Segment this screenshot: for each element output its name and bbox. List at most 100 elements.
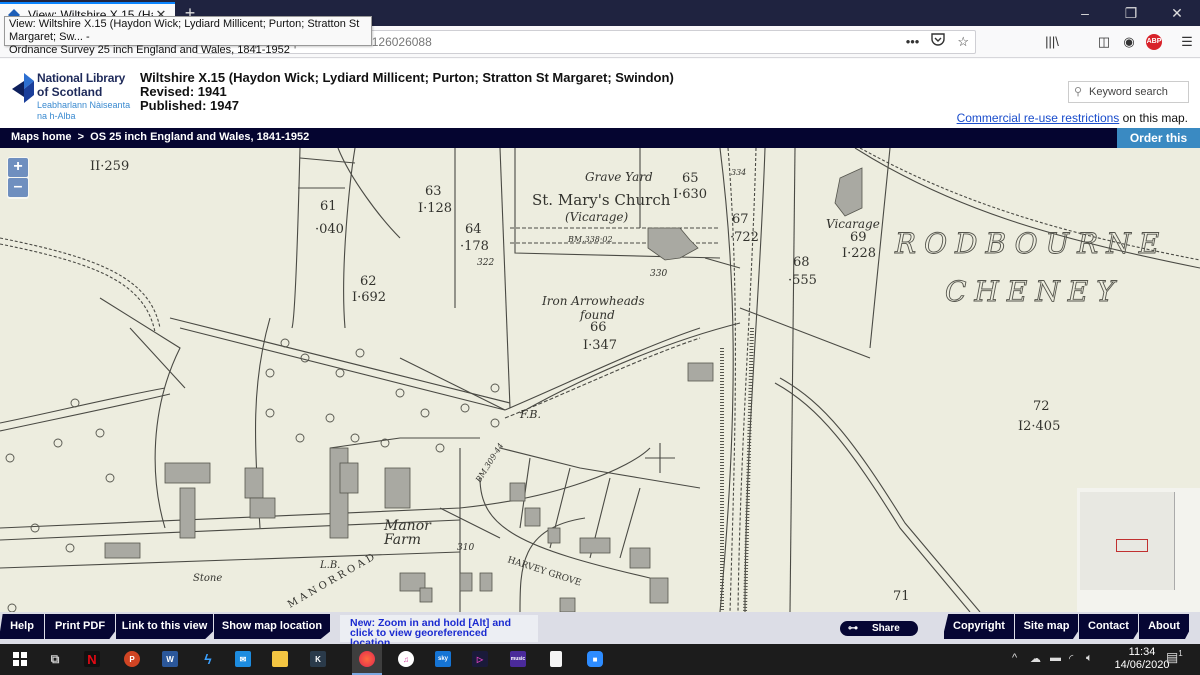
close-window-button[interactable]: ✕	[1154, 0, 1200, 26]
clock-date: 14/06/2020	[1114, 659, 1170, 671]
task-view-icon[interactable]: ⧉	[45, 648, 65, 670]
search-icon: ⚲	[1074, 86, 1083, 98]
contact-button[interactable]: Contact	[1079, 614, 1138, 639]
map-label-stone: Stone	[193, 573, 222, 584]
keyword-search-input[interactable]: ⚲ Keyword search	[1068, 81, 1189, 103]
bookmark-star-icon[interactable]: ☆	[957, 31, 969, 53]
restore-button[interactable]: ❐	[1108, 0, 1154, 26]
sky-go-icon[interactable]: sky	[433, 648, 453, 670]
word-icon[interactable]: W	[160, 648, 180, 670]
map-label-rodbourne: RODBOURNE	[894, 227, 1167, 260]
map-label-65: 65	[682, 171, 699, 186]
breadcrumb[interactable]: Maps home > OS 25 inch England and Wales…	[11, 131, 309, 143]
map-sheet-title: Wiltshire X.15 (Haydon Wick; Lydiard Mil…	[140, 70, 674, 85]
map-revised: Revised: 1941	[140, 84, 227, 99]
app-play-icon[interactable]: ▷	[470, 648, 490, 670]
zoom-out-button[interactable]: –	[8, 178, 28, 197]
itunes-icon[interactable]: ♫	[396, 648, 416, 670]
commercial-reuse-link[interactable]: Commercial re-use restrictions	[957, 111, 1120, 125]
map-label-63: 63	[425, 184, 442, 199]
share-icon: ⊶	[848, 623, 858, 634]
tray-overflow-icon[interactable]: ^	[1012, 652, 1017, 664]
minimize-button[interactable]: –	[1062, 0, 1108, 26]
wifi-icon[interactable]: ◜	[1069, 652, 1073, 665]
zoom-app-icon[interactable]: ■	[585, 648, 605, 670]
map-label-61: 61	[320, 199, 337, 214]
site-map-button[interactable]: Site map	[1015, 614, 1078, 639]
volume-icon[interactable]: 🔈︎	[1086, 652, 1093, 665]
order-this-map-button[interactable]: Order this map	[1117, 128, 1200, 165]
map-title: Wiltshire X.15 (Haydon Wick; Lydiard Mil…	[140, 71, 674, 113]
map-label-lb: L.B.	[319, 560, 340, 571]
map-label-64: 64	[465, 222, 482, 237]
account-icon[interactable]: ◉	[1117, 30, 1141, 54]
system-clock[interactable]: 11:34 14/06/2020	[1112, 646, 1172, 672]
map-label-61-area: ·040	[315, 222, 344, 237]
breadcrumb-bar: Maps home > OS 25 inch England and Wales…	[0, 128, 1200, 148]
notification-count: 1	[1178, 649, 1183, 658]
map-label-64-area: ·178	[460, 239, 489, 254]
mail-icon[interactable]: ✉	[233, 648, 253, 670]
onedrive-icon[interactable]: ☁	[1030, 652, 1041, 665]
map-published: Published: 1947	[140, 98, 239, 113]
show-map-location-button[interactable]: Show map location	[214, 614, 330, 639]
overview-map[interactable]	[1077, 488, 1200, 612]
map-label-height-322: 322	[477, 258, 494, 268]
map-label-67: 67	[732, 212, 749, 227]
amazon-music-icon[interactable]: music	[508, 648, 528, 670]
map-viewer[interactable]: II·259 61 ·040 62 I·692 63 I·128 64 ·178…	[0, 148, 1200, 612]
map-label-cheney: CHENEY	[945, 275, 1123, 308]
print-pdf-button[interactable]: Print PDF	[45, 614, 115, 639]
map-label-62: 62	[360, 274, 377, 289]
map-label-65-area: I·630	[673, 187, 707, 202]
sidebar-icon[interactable]: ◫	[1092, 30, 1116, 54]
netflix-icon[interactable]: N	[82, 648, 102, 670]
map-label-farm: Farm	[383, 532, 421, 548]
app-s-icon[interactable]: ϟ	[198, 648, 218, 670]
map-label-69: 69	[850, 230, 867, 245]
share-button[interactable]: ⊶ Share	[840, 621, 918, 636]
logo-line-4: na h-Alba	[37, 111, 76, 121]
tab-tooltip: View: Wiltshire X.15 (Haydon Wick; Lydia…	[4, 16, 372, 56]
map-label-ii259: II·259	[90, 159, 129, 174]
menu-icon[interactable]: ☰	[1175, 30, 1199, 54]
clock-time: 11:34	[1128, 646, 1156, 658]
map-label-vicarage: Vicarage	[826, 217, 880, 231]
file-explorer-icon[interactable]	[270, 648, 290, 670]
notifications-icon[interactable]: ▤1	[1166, 649, 1183, 665]
tooltip-line-2: Ordnance Survey 25 inch England and Wale…	[9, 44, 290, 56]
map-label-height-330: 330	[650, 269, 667, 279]
overview-viewport-box[interactable]	[1116, 539, 1148, 552]
map-label-harvey-grove: HARVEY GROVE	[506, 555, 582, 588]
zoom-control: + –	[7, 157, 29, 199]
copyright-button[interactable]: Copyright	[944, 614, 1014, 639]
georeference-tip: New: Zoom in and hold [Alt] and click to…	[340, 615, 538, 648]
map-label-66: 66	[590, 320, 607, 335]
tooltip-line-1: View: Wiltshire X.15 (Haydon Wick; Lydia…	[9, 18, 360, 43]
firefox-icon[interactable]	[357, 648, 377, 670]
nls-logo[interactable]: National Library of Scotland Leabharlann…	[12, 69, 130, 124]
map-label-iron-arrowheads: Iron Arrowheads	[541, 294, 645, 308]
map-label-71: 71	[893, 589, 910, 604]
adblock-plus-icon[interactable]: ABP	[1142, 30, 1166, 54]
map-label-fb: F.B.	[519, 408, 541, 421]
windows-start-icon[interactable]	[10, 648, 30, 670]
zoom-in-button[interactable]: +	[8, 158, 28, 177]
file-icon[interactable]	[546, 648, 566, 670]
library-icon[interactable]: |||\	[1040, 30, 1064, 54]
map-label-69-area: I·228	[842, 246, 876, 261]
network-card-icon[interactable]: ▬	[1050, 652, 1061, 664]
pocket-icon[interactable]	[931, 31, 946, 53]
page-header: National Library of Scotland Leabharlann…	[0, 59, 1200, 128]
link-to-this-view-button[interactable]: Link to this view	[116, 614, 213, 639]
powerpoint-icon[interactable]: P	[122, 648, 142, 670]
kindle-icon[interactable]: K	[308, 648, 328, 670]
map-label-bm-338: BM.338·02	[567, 235, 613, 244]
map-label-63-area: I·128	[418, 201, 452, 216]
logo-line-2: of Scotland	[37, 85, 103, 99]
logo-line-3: Leabharlann Nàiseanta	[37, 100, 131, 110]
about-button[interactable]: About	[1139, 614, 1189, 639]
historic-map-image: II·259 61 ·040 62 I·692 63 I·128 64 ·178…	[0, 148, 1200, 612]
page-actions-icon[interactable]: •••	[906, 31, 920, 53]
help-button[interactable]: Help	[0, 614, 44, 639]
